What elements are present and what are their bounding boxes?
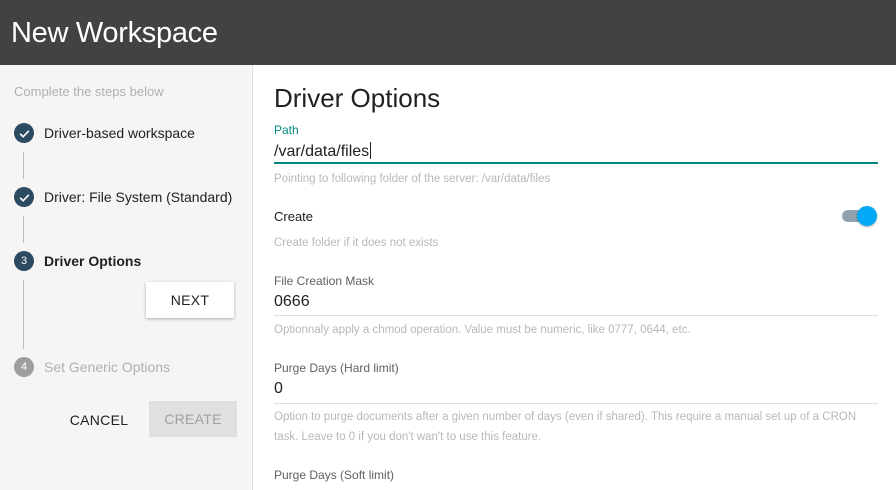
create-toggle[interactable] [842, 206, 878, 226]
purge-days-soft-label: Purge Days (Soft limit) [274, 468, 395, 482]
path-value: /var/data/files [274, 143, 370, 160]
step-driver-based-workspace[interactable]: Driver-based workspace [44, 125, 195, 141]
file-creation-mask-helper-text: Optionnaly apply a chmod operation. Valu… [274, 324, 691, 336]
dialog-title: New Workspace [11, 17, 218, 49]
step-set-generic-options[interactable]: Set Generic Options [44, 359, 170, 375]
app-header: New Workspace [0, 0, 896, 65]
path-input[interactable]: /var/data/files [274, 142, 372, 161]
page-title: Driver Options [274, 83, 441, 113]
driver-options-form: Driver Options Path /var/data/files Poin… [254, 65, 896, 490]
path-label: Path [274, 123, 299, 137]
create-toggle-label: Create [274, 209, 314, 224]
file-creation-mask-underline [274, 315, 878, 316]
purge-days-hard-underline [274, 403, 878, 404]
step-number-badge: 3 [14, 251, 34, 271]
stepper-hint: Complete the steps below [14, 84, 164, 99]
purge-days-hard-label: Purge Days (Hard limit) [274, 361, 399, 375]
purge-days-hard-helper-text: Option to purge documents after a given … [274, 411, 857, 443]
step-number-badge: 4 [14, 357, 34, 377]
create-button[interactable]: Create [149, 401, 237, 437]
stepper-sidebar: Complete the steps below Driver-based wo… [0, 65, 253, 490]
check-circle-icon [14, 187, 34, 207]
cancel-button[interactable]: Cancel [64, 402, 134, 438]
step-connector [23, 280, 24, 349]
step-connector [23, 152, 24, 179]
path-input-underline [274, 162, 878, 164]
toggle-thumb [857, 206, 877, 226]
create-helper-text: Create folder if it does not exists [274, 237, 439, 249]
step-driver-file-system[interactable]: Driver: File System (Standard) [44, 189, 232, 205]
file-creation-mask-input[interactable]: 0666 [274, 293, 310, 311]
text-caret [370, 142, 372, 159]
file-creation-mask-label: File Creation Mask [274, 274, 375, 288]
check-circle-icon [14, 123, 34, 143]
next-button[interactable]: Next [146, 282, 234, 318]
path-helper-text: Pointing to following folder of the serv… [274, 173, 551, 185]
step-driver-options[interactable]: Driver Options [44, 253, 141, 269]
step-connector [23, 216, 24, 243]
purge-days-hard-input[interactable]: 0 [274, 380, 283, 398]
